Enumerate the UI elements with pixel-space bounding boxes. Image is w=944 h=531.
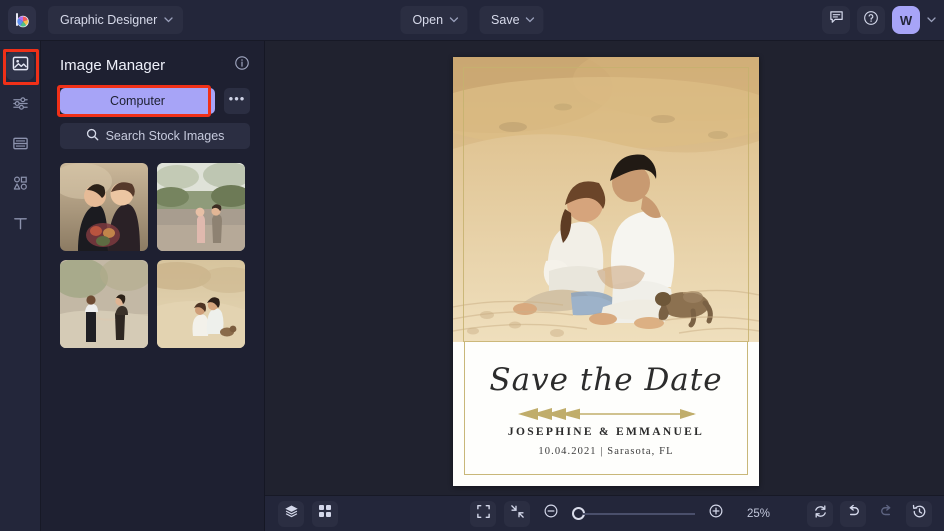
chat-icon — [829, 10, 844, 30]
panel-header: Image Manager — [41, 41, 264, 76]
image-icon — [12, 55, 29, 77]
chevron-down-icon — [449, 16, 458, 25]
redo-icon — [879, 504, 894, 524]
zoom-slider[interactable] — [572, 507, 695, 520]
sidebar-item-frames[interactable] — [6, 132, 34, 160]
frames-icon — [12, 135, 29, 157]
zoom-out-icon — [543, 503, 559, 524]
info-icon[interactable] — [234, 55, 250, 76]
sidebar-item-image-manager[interactable] — [6, 52, 34, 80]
grid-icon — [318, 504, 332, 523]
shapes-icon — [12, 175, 29, 197]
top-bar-right: W — [822, 6, 936, 34]
search-stock-images-button[interactable]: Search Stock Images — [60, 123, 250, 149]
search-icon — [86, 128, 99, 144]
image-manager-panel: Image Manager Computer ••• Search Stock … — [41, 41, 265, 531]
couple-names[interactable]: JOSEPHINE & EMMANUEL — [453, 426, 759, 438]
page-title: Image Manager — [60, 57, 166, 74]
avatar-initial: W — [899, 12, 913, 28]
save-the-date-card[interactable]: Save the Date JOSEPHINE & EMMANUEL 10.04… — [453, 57, 759, 486]
sidebar-item-adjustments[interactable] — [6, 92, 34, 120]
zoom-slider-track[interactable] — [583, 512, 695, 515]
undo-icon — [846, 504, 861, 524]
file-actions: Open Save — [400, 6, 544, 34]
open-button[interactable]: Open — [400, 6, 468, 34]
history-icon — [912, 504, 927, 524]
bottom-toolbar: 25% — [265, 495, 944, 531]
chevron-down-icon — [525, 16, 535, 25]
thumbnail-grid — [41, 149, 264, 348]
avatar[interactable]: W — [892, 6, 920, 34]
open-label: Open — [412, 13, 444, 27]
card-photo[interactable] — [453, 57, 759, 342]
computer-button[interactable]: Computer — [60, 88, 215, 114]
zoom-in-button[interactable] — [703, 501, 729, 527]
history-controls — [807, 500, 932, 527]
more-label: ••• — [228, 91, 246, 106]
sidebar-item-shapes[interactable] — [6, 172, 34, 200]
account-chevron-down-icon[interactable] — [927, 16, 936, 25]
thumbnail-item[interactable] — [60, 260, 148, 348]
view-toggles — [278, 500, 338, 527]
computer-label: Computer — [110, 94, 165, 108]
layers-icon — [284, 504, 299, 524]
tool-rail — [0, 41, 41, 531]
undo-button[interactable] — [840, 500, 866, 527]
card-heading[interactable]: Save the Date — [453, 362, 759, 398]
save-button[interactable]: Save — [479, 6, 544, 34]
grid-button[interactable] — [312, 500, 338, 527]
history-button[interactable] — [906, 500, 932, 527]
chat-button[interactable] — [822, 6, 850, 34]
zoom-out-button[interactable] — [538, 501, 564, 527]
sliders-icon — [12, 95, 29, 117]
app-name-label: Graphic Designer — [60, 13, 158, 27]
reset-button[interactable] — [807, 500, 833, 527]
save-label: Save — [491, 13, 520, 27]
design-canvas[interactable]: Save the Date JOSEPHINE & EMMANUEL 10.04… — [265, 41, 944, 495]
shrink-icon — [510, 504, 525, 524]
zoom-in-icon — [708, 503, 724, 524]
top-bar: Graphic Designer Open Save W — [0, 0, 944, 41]
logo-mark-icon — [14, 12, 31, 29]
fit-screen-button[interactable] — [470, 500, 496, 527]
more-sources-button[interactable]: ••• — [224, 88, 250, 114]
sidebar-item-text[interactable] — [6, 212, 34, 240]
app-window: Graphic Designer Open Save W Image Manag… — [0, 0, 944, 531]
search-label: Search Stock Images — [105, 129, 225, 143]
zoom-controls: 25% — [470, 500, 771, 527]
fit-screen-icon — [476, 504, 491, 524]
date-location[interactable]: 10.04.2021 | Sarasota, FL — [453, 446, 759, 457]
thumbnail-item[interactable] — [157, 163, 245, 251]
app-name-dropdown[interactable]: Graphic Designer — [48, 6, 184, 34]
app-logo-button[interactable] — [8, 6, 36, 34]
help-button[interactable] — [857, 6, 885, 34]
chevron-down-icon — [164, 16, 173, 25]
zoom-level-value: 25% — [747, 507, 771, 520]
source-buttons: Computer ••• — [41, 76, 264, 117]
layers-button[interactable] — [278, 500, 304, 527]
arrow-ornament-icon — [508, 407, 704, 421]
thumbnail-item[interactable] — [157, 260, 245, 348]
redo-button[interactable] — [873, 501, 899, 527]
card-text-block: Save the Date JOSEPHINE & EMMANUEL 10.04… — [453, 342, 759, 486]
text-icon — [12, 215, 29, 237]
reset-icon — [813, 504, 828, 524]
help-icon — [863, 10, 879, 31]
shrink-button[interactable] — [504, 500, 530, 527]
thumbnail-item[interactable] — [60, 163, 148, 251]
